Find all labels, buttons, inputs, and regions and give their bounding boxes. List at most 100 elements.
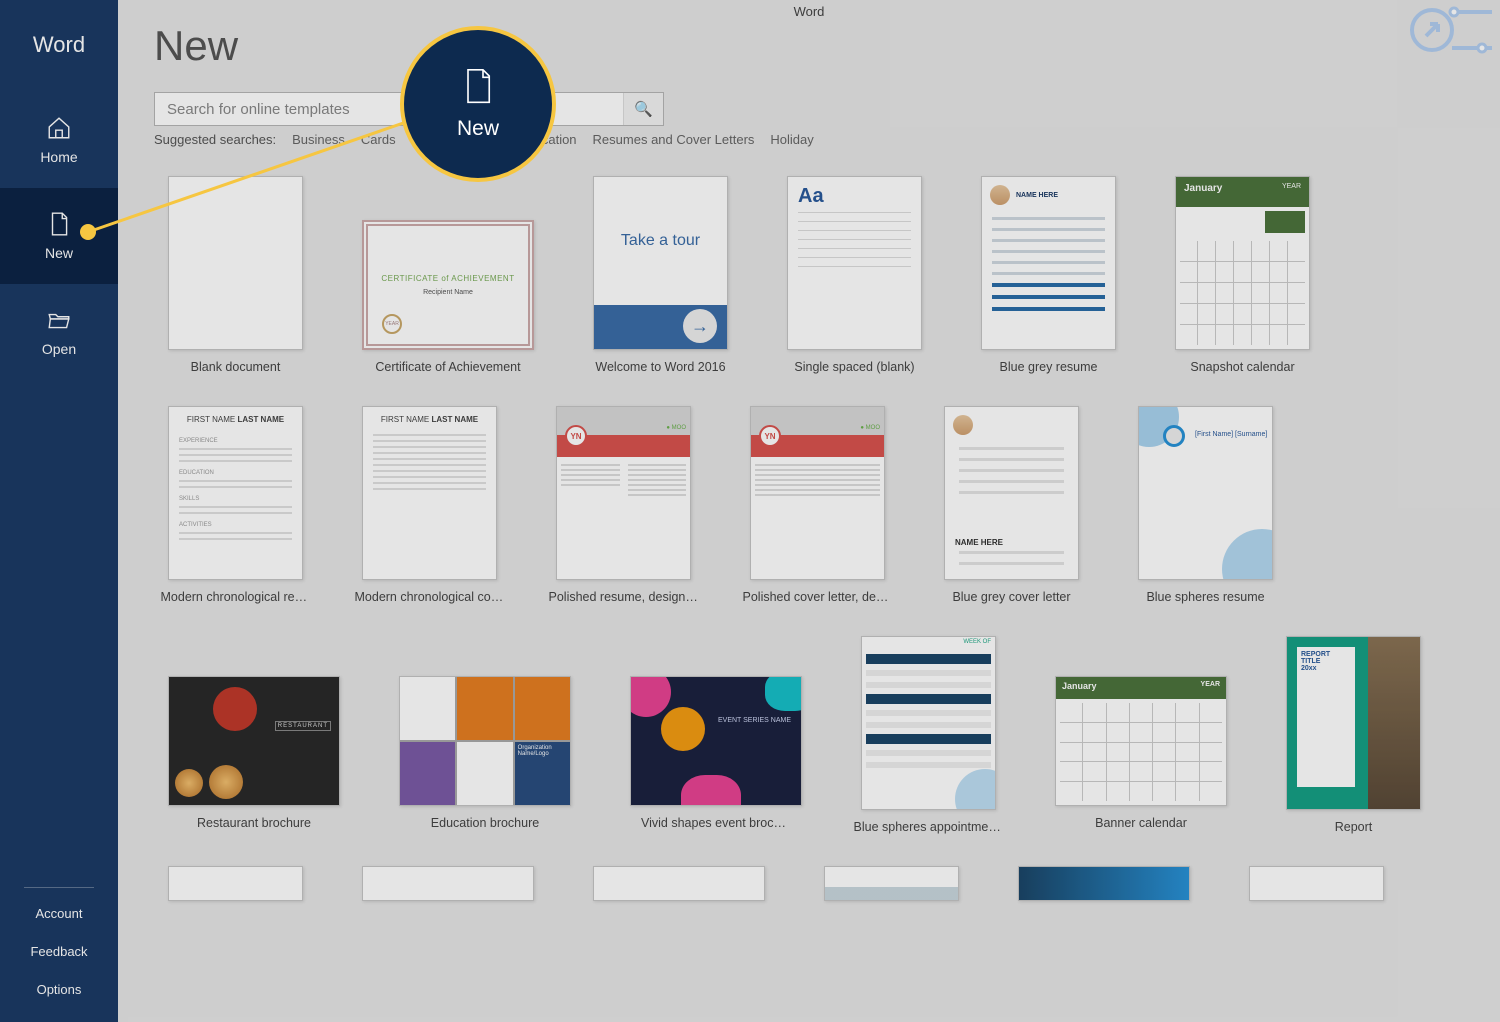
avatar-icon [990, 185, 1010, 205]
mcr-first: FIRST NAME [187, 415, 235, 424]
template-report[interactable]: REPORT TITLE20xx Report [1286, 636, 1421, 834]
template-item[interactable] [362, 866, 534, 901]
template-thumb: NAME HERE [981, 176, 1116, 350]
nav-new[interactable]: New [0, 188, 118, 284]
template-caption: Polished resume, designed b… [549, 590, 699, 604]
template-item[interactable] [824, 866, 959, 901]
template-banner-calendar[interactable]: January YEAR Banner calendar [1055, 676, 1227, 834]
template-thumb: WEEK OF [861, 636, 996, 810]
apcal-week: WEEK OF [862, 637, 995, 651]
template-caption: Snapshot calendar [1168, 360, 1318, 374]
nav-options-label: Options [37, 982, 82, 997]
suggested-resumes[interactable]: Resumes and Cover Letters [593, 132, 755, 147]
folder-open-icon [46, 307, 72, 333]
template-thumb: REPORT TITLE20xx [1286, 636, 1421, 810]
template-caption: Restaurant brochure [179, 816, 329, 830]
template-thumb: FIRST NAME LAST NAME EXPERIENCE EDUCATIO… [168, 406, 303, 580]
template-blue-spheres-resume[interactable]: [First Name] [Surname] Blue spheres resu… [1138, 406, 1273, 604]
template-thumb: Aa [787, 176, 922, 350]
template-caption: Single spaced (blank) [780, 360, 930, 374]
home-icon [46, 115, 72, 141]
ban-year: YEAR [1201, 681, 1220, 688]
bgc-name: NAME HERE [945, 538, 1078, 547]
template-thumb [362, 866, 534, 901]
template-restaurant-brochure[interactable]: RESTAURANT Restaurant brochure [168, 676, 340, 834]
sidebar: Word Home New Open Account Feedback Opti… [0, 0, 118, 1022]
template-caption: Polished cover letter, designe… [743, 590, 893, 604]
nav-open-label: Open [42, 341, 76, 357]
template-vivid-shapes-brochure[interactable]: EVENT SERIES NAME Vivid shapes event bro… [630, 676, 802, 834]
edu-org: Organization Name/Logo [515, 742, 570, 805]
template-modern-resume[interactable]: FIRST NAME LAST NAME EXPERIENCE EDUCATIO… [168, 406, 303, 604]
template-certificate[interactable]: CERTIFICATE of ACHIEVEMENT Recipient Nam… [362, 220, 534, 374]
viv-text: EVENT SERIES NAME [718, 717, 791, 725]
template-thumb [593, 866, 765, 901]
template-caption: Modern chronological resume [161, 590, 311, 604]
window-title: Word [118, 4, 1500, 19]
nav-home-label: Home [40, 149, 77, 165]
template-thumb: [First Name] [Surname] [1138, 406, 1273, 580]
suggested-cards[interactable]: Cards [361, 132, 396, 147]
template-blank-document[interactable]: Blank document [168, 176, 303, 374]
document-icon [463, 67, 493, 105]
template-caption: Blue spheres appointment cal… [854, 820, 1004, 834]
template-blue-grey-cover-letter[interactable]: NAME HERE Blue grey cover letter [944, 406, 1079, 604]
template-modern-cover-letter[interactable]: FIRST NAME LAST NAME Modern chronologica… [362, 406, 497, 604]
template-thumb: CERTIFICATE of ACHIEVEMENT Recipient Nam… [362, 220, 534, 350]
decorative-logo-icon [1392, 2, 1492, 62]
document-icon [46, 211, 72, 237]
search-button[interactable]: 🔍 [623, 93, 663, 125]
template-caption: Modern chronological cover l… [355, 590, 505, 604]
avatar-icon [953, 415, 973, 435]
nav-account-label: Account [36, 906, 83, 921]
template-thumb [168, 176, 303, 350]
tour-text: Take a tour [594, 177, 727, 305]
template-thumb: NAME HERE [944, 406, 1079, 580]
template-caption: Certificate of Achievement [373, 360, 523, 374]
avatar-icon [1163, 425, 1185, 447]
template-thumb: RESTAURANT [168, 676, 340, 806]
template-item[interactable] [1018, 866, 1190, 901]
mcc-last: LAST NAME [431, 415, 478, 424]
template-welcome-tour[interactable]: Take a tour → Welcome to Word 2016 [593, 176, 728, 374]
template-thumb: Organization Name/Logo [399, 676, 571, 806]
template-item[interactable] [1249, 866, 1384, 901]
suggested-label: Suggested searches: [154, 132, 276, 147]
rest-label: RESTAURANT [275, 721, 331, 731]
bsr-name: [First Name] [Surname] [1195, 431, 1267, 438]
template-thumb: JanuaryYEAR [1175, 176, 1310, 350]
template-snapshot-calendar[interactable]: JanuaryYEAR Snapshot calendar [1175, 176, 1310, 374]
template-thumb: YN● MOO [750, 406, 885, 580]
nav-home[interactable]: Home [0, 92, 118, 188]
template-caption: Blue grey resume [974, 360, 1124, 374]
cert-badge: YEAR [382, 314, 402, 334]
nav-options[interactable]: Options [0, 970, 118, 1008]
template-polished-cover-letter[interactable]: YN● MOO Polished cover letter, designe… [750, 406, 885, 604]
polc-brand: MOO [866, 425, 880, 431]
rep-year: 20xx [1301, 665, 1351, 672]
template-blue-grey-resume[interactable]: NAME HERE Blue grey resume [981, 176, 1116, 374]
template-caption: Banner calendar [1066, 816, 1216, 830]
template-education-brochure[interactable]: Organization Name/Logo Education brochur… [399, 676, 571, 834]
template-item[interactable] [593, 866, 765, 901]
search-icon: 🔍 [634, 100, 653, 118]
nav-feedback[interactable]: Feedback [0, 932, 118, 970]
template-caption: Blue grey cover letter [937, 590, 1087, 604]
calendar-grid-icon [1180, 241, 1305, 345]
suggested-holiday[interactable]: Holiday [770, 132, 813, 147]
nav-open[interactable]: Open [0, 284, 118, 380]
nav-account[interactable]: Account [0, 894, 118, 932]
mcr-last: LAST NAME [237, 415, 284, 424]
suggested-business[interactable]: Business [292, 132, 345, 147]
template-caption: Blank document [161, 360, 311, 374]
snap-month: January [1184, 183, 1222, 194]
template-blue-spheres-calendar[interactable]: WEEK OF Blue spheres appointment cal… [861, 636, 996, 834]
template-polished-resume[interactable]: YN● MOO Polished resume, designed b… [556, 406, 691, 604]
ban-month: January [1062, 681, 1097, 691]
page-heading: New [154, 22, 238, 70]
nav-feedback-label: Feedback [30, 944, 87, 959]
template-caption: Vivid shapes event brochure [641, 816, 791, 830]
template-thumb: EVENT SERIES NAME [630, 676, 802, 806]
template-item[interactable] [168, 866, 303, 901]
template-single-spaced[interactable]: Aa Single spaced (blank) [787, 176, 922, 374]
